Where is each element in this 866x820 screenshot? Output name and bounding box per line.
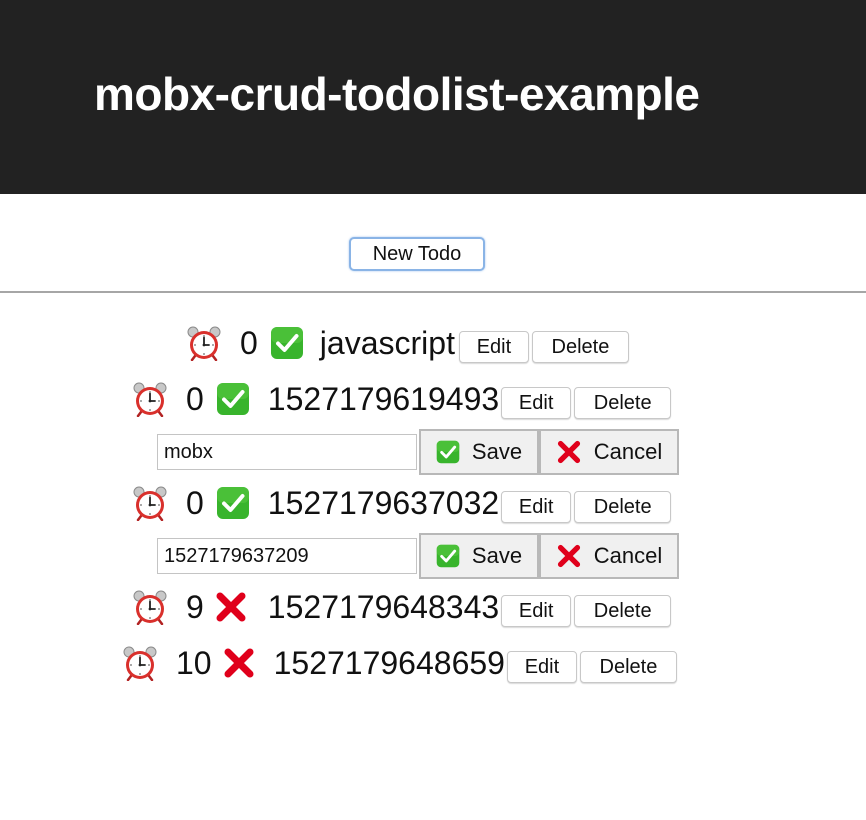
todo-item: 0 1527179637032 Edit Delete (132, 485, 672, 523)
cancel-label: Cancel (593, 543, 663, 568)
cancel-label: Cancel (593, 439, 663, 464)
alarm-clock-icon (186, 325, 222, 361)
delete-button[interactable]: Delete (579, 651, 677, 683)
alarm-clock-icon (132, 485, 168, 521)
delete-button[interactable]: Delete (574, 491, 672, 523)
cancel-button[interactable]: Cancel (539, 429, 679, 475)
cross-mark-icon (214, 590, 248, 624)
edit-button[interactable]: Edit (501, 491, 572, 523)
todo-count: 0 (240, 325, 258, 361)
todo-count: 9 (186, 589, 204, 625)
check-mark-icon (436, 440, 460, 464)
cross-mark-icon (556, 439, 582, 465)
alarm-clock-icon (132, 381, 168, 417)
todo-count: 10 (176, 645, 212, 681)
todo-text: 1527179648343 (267, 589, 500, 625)
edit-button[interactable]: Edit (458, 331, 529, 363)
check-mark-icon (270, 326, 304, 360)
save-label: Save (471, 439, 523, 464)
save-button[interactable]: Save (419, 429, 539, 475)
todo-edit-form: Save Cancel (157, 429, 679, 475)
page-title: mobx-crud-todolist-example (94, 68, 700, 120)
todo-item: 9 1527179648343 Edit Delete (132, 589, 672, 627)
delete-button[interactable]: Delete (574, 387, 672, 419)
todo-text: 1527179637032 (267, 485, 500, 521)
todo-item: 0 1527179619493 Edit Delete (132, 381, 672, 419)
todo-item: 10 1527179648659 Edit Delete (122, 645, 677, 683)
todo-item: 0 javascript Edit Delete (186, 325, 629, 363)
todo-count: 0 (186, 485, 204, 521)
save-button[interactable]: Save (419, 533, 539, 579)
delete-button[interactable]: Delete (574, 595, 672, 627)
cross-mark-icon (556, 543, 582, 569)
todo-text: 1527179619493 (267, 381, 500, 417)
todo-edit-input[interactable] (157, 538, 417, 574)
edit-button[interactable]: Edit (501, 595, 572, 627)
delete-button[interactable]: Delete (531, 331, 629, 363)
app-header: mobx-crud-todolist-example (0, 0, 866, 194)
todo-edit-input[interactable] (157, 434, 417, 470)
save-label: Save (471, 543, 523, 568)
new-todo-button[interactable]: New Todo (349, 237, 485, 271)
todo-count: 0 (186, 381, 204, 417)
divider (0, 291, 866, 293)
check-mark-icon (216, 486, 250, 520)
todo-text: 1527179648659 (273, 645, 505, 681)
check-mark-icon (436, 544, 460, 568)
cancel-button[interactable]: Cancel (539, 533, 679, 579)
todo-text: javascript (319, 325, 455, 361)
edit-button[interactable]: Edit (501, 387, 572, 419)
check-mark-icon (216, 382, 250, 416)
alarm-clock-icon (132, 589, 168, 625)
cross-mark-icon (222, 646, 256, 680)
alarm-clock-icon (122, 645, 158, 681)
edit-button[interactable]: Edit (506, 651, 577, 683)
todo-edit-form: Save Cancel (157, 533, 679, 579)
